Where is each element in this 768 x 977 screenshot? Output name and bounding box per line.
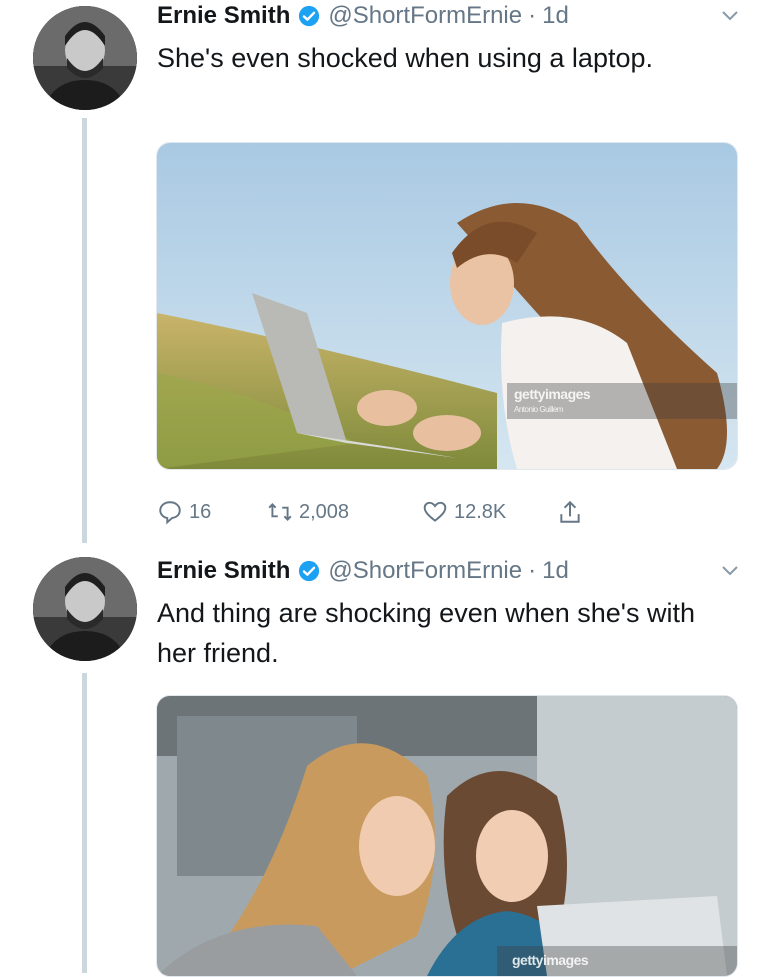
tweet-2[interactable]: Ernie Smith @ShortFormErnie · 1d And thi…	[0, 545, 768, 977]
author-name[interactable]: Ernie Smith	[157, 2, 290, 30]
verified-icon	[299, 560, 320, 582]
tweet-header: Ernie Smith @ShortFormErnie · 1d	[157, 555, 569, 587]
thread-line	[82, 673, 87, 973]
avatar-photo	[33, 557, 137, 661]
author-handle[interactable]: @ShortFormErnie	[328, 2, 522, 30]
tweet-header: Ernie Smith @ShortFormErnie · 1d	[157, 0, 569, 32]
avatar[interactable]	[33, 557, 137, 661]
tweet-text: And thing are shocking even when she's w…	[157, 598, 695, 668]
reply-button[interactable]: 16	[157, 499, 267, 525]
avatar-photo	[33, 6, 137, 110]
timestamp[interactable]: 1d	[542, 2, 569, 30]
chevron-down-icon[interactable]	[720, 10, 740, 22]
tweet-text: She's even shocked when using a laptop.	[157, 43, 653, 73]
chevron-down-icon[interactable]	[720, 565, 740, 577]
separator: ·	[528, 557, 537, 584]
getty-watermark-credit: Antonio Guillem	[514, 405, 563, 414]
tweet-actions: 16 2,008 12.8K	[157, 494, 583, 530]
like-count: 12.8K	[454, 500, 507, 523]
reply-count: 16	[189, 500, 212, 523]
retweet-count: 2,008	[299, 500, 350, 523]
share-icon	[560, 500, 580, 523]
thread-line	[82, 118, 87, 543]
author-handle[interactable]: @ShortFormErnie	[328, 557, 522, 585]
retweet-button[interactable]: 2,008	[267, 499, 422, 525]
tweet-1[interactable]: Ernie Smith @ShortFormErnie · 1d She's e…	[0, 0, 768, 543]
reply-icon	[159, 501, 181, 525]
laptop-woman-photo	[157, 143, 737, 469]
tweet-image[interactable]: gettyimages	[156, 695, 738, 977]
separator: ·	[528, 2, 537, 29]
retweet-icon	[268, 503, 292, 521]
share-button[interactable]	[557, 499, 583, 525]
getty-watermark: gettyimages	[514, 386, 591, 402]
verified-icon	[299, 5, 320, 27]
heart-icon	[423, 501, 447, 522]
timestamp[interactable]: 1d	[542, 557, 569, 585]
two-women-laptop-photo	[157, 696, 737, 976]
avatar[interactable]	[33, 6, 137, 110]
like-button[interactable]: 12.8K	[422, 499, 557, 525]
tweet-image[interactable]: gettyimages Antonio Guillem	[156, 142, 738, 470]
getty-watermark: gettyimages	[512, 952, 589, 968]
author-name[interactable]: Ernie Smith	[157, 557, 290, 585]
